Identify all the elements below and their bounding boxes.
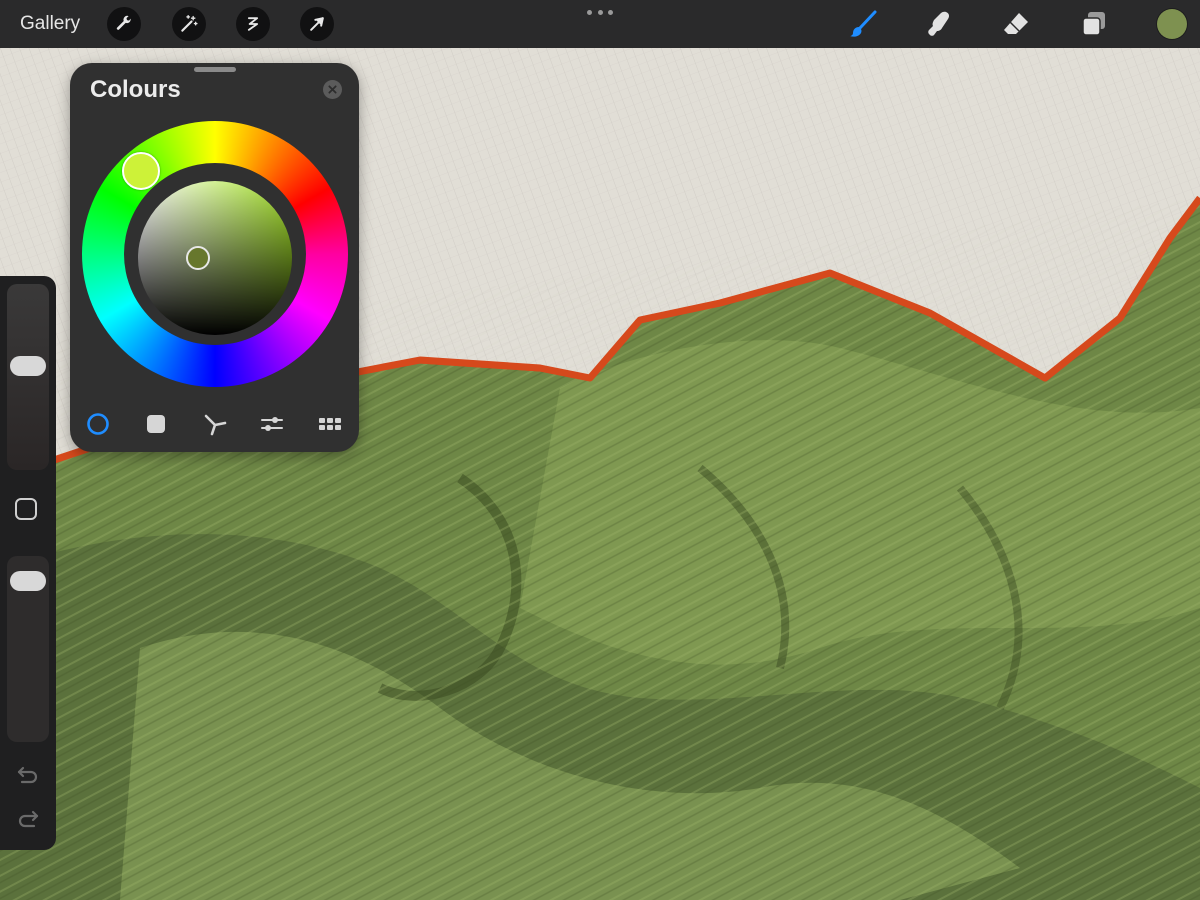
top-toolbar: Gallery [0,0,1200,48]
close-icon [328,85,337,94]
more-options-handle[interactable] [587,6,613,18]
tab-value[interactable] [257,409,287,439]
actions-button[interactable] [107,7,141,41]
dot-icon [587,9,592,15]
dot-icon [608,9,613,15]
palette-grid-icon [319,418,341,430]
smudge-tool-button[interactable] [923,8,955,40]
transform-button[interactable] [300,7,334,41]
eraser-icon [1004,13,1028,34]
tab-classic[interactable] [141,409,171,439]
colour-picker-handle[interactable] [186,246,210,270]
panel-title: Colours [90,76,181,103]
redo-icon [18,810,39,828]
selection-button[interactable] [236,7,270,41]
colours-panel: Colours [70,63,359,452]
hue-handle[interactable] [122,152,160,190]
dot-icon [597,9,603,15]
brush-tool-button[interactable] [847,8,879,40]
layers-icon [1082,12,1105,36]
wrench-icon [116,15,131,30]
panel-grabber[interactable] [194,67,236,72]
undo-button[interactable] [14,762,42,790]
adjustments-button[interactable] [172,7,206,41]
selection-icon [247,17,259,31]
harmony-mode-icon [204,414,227,436]
saturation-brightness-disc[interactable] [138,181,292,335]
tab-palettes[interactable] [315,409,345,439]
disc-mode-icon [87,413,109,435]
left-sidebar [0,276,56,850]
classic-mode-icon [147,415,165,433]
opacity-thumb[interactable] [10,571,46,592]
brush-icon [850,10,877,37]
gallery-button[interactable]: Gallery [20,13,80,35]
arrow-cursor-icon [310,17,324,31]
opacity-slider[interactable] [7,556,49,742]
tab-disc[interactable] [83,409,113,439]
modify-button[interactable] [15,498,37,520]
undo-icon [17,766,38,784]
brush-size-slider[interactable] [7,284,49,470]
current-colour-swatch[interactable] [1157,9,1187,39]
sliders-icon [261,417,283,431]
tab-harmony[interactable] [200,409,230,439]
layers-button[interactable] [1078,8,1110,40]
close-panel-button[interactable] [323,80,342,99]
smudge-finger-icon [928,11,950,36]
eraser-tool-button[interactable] [1000,8,1032,40]
magic-wand-icon [181,15,198,32]
redo-button[interactable] [14,806,42,834]
brush-size-thumb[interactable] [10,355,46,376]
